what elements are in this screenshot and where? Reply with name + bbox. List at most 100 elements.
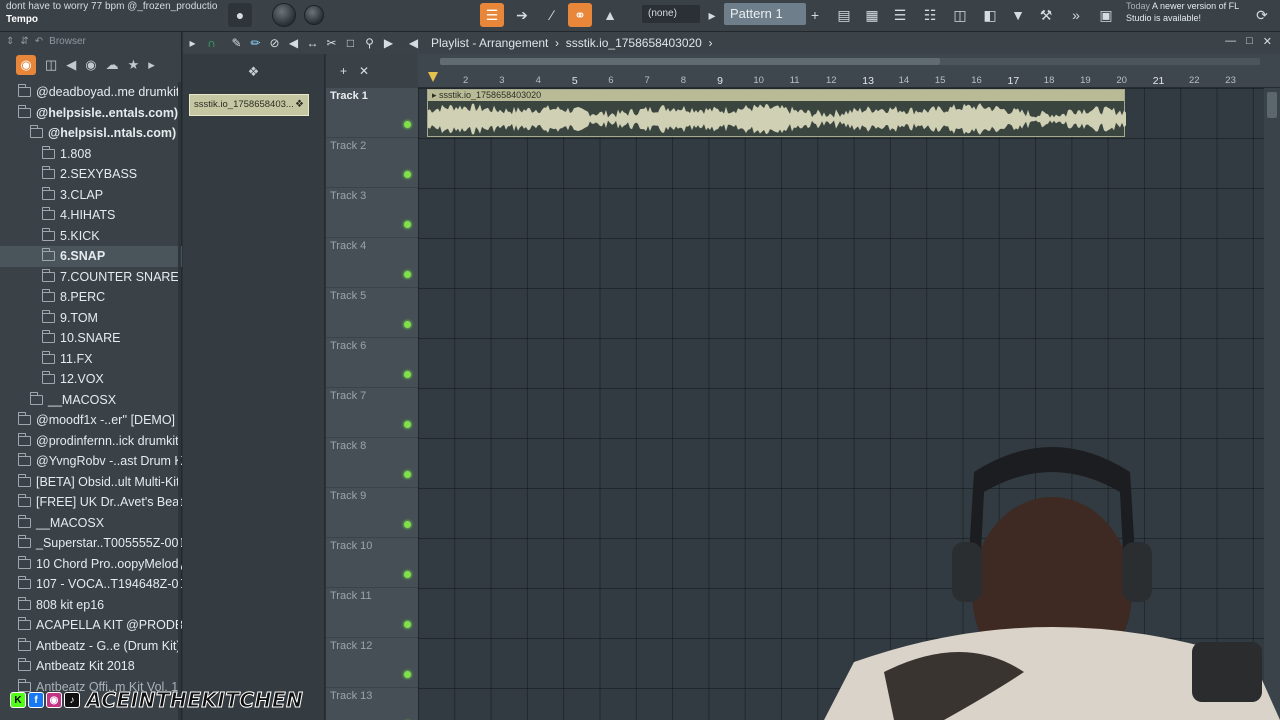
channel-rack-icon[interactable]: ☰ — [888, 3, 912, 27]
plugin-icon[interactable]: ▼ — [1006, 3, 1030, 27]
browser-folder-item[interactable]: @deadboyad..me drumkit — [0, 82, 182, 103]
track-mute-led[interactable] — [404, 471, 411, 478]
pattern-none-selector[interactable]: (none) — [642, 5, 700, 23]
playlist-icon[interactable]: ▤ — [832, 3, 856, 27]
master-pitch-knob[interactable] — [304, 5, 324, 25]
browser-speaker-icon[interactable]: ◀ — [66, 57, 76, 73]
playhead-marker[interactable] — [428, 72, 438, 82]
playlist-menu-icon[interactable]: ▸ — [183, 34, 202, 52]
browser-folder-item[interactable]: 6.SNAP — [0, 246, 182, 267]
browser-folder-item[interactable]: 9.TOM — [0, 308, 182, 329]
arrow-right-icon[interactable]: ➔ — [510, 3, 534, 27]
snap-magnet-icon[interactable]: ∩ — [202, 34, 221, 52]
browser-files-icon[interactable]: ◫ — [45, 57, 57, 73]
select-tool-icon[interactable]: □ — [341, 34, 360, 52]
browser-folder-item[interactable]: @prodinfernn..ick drumkit — [0, 431, 182, 452]
browser-all-icon[interactable]: ◉ — [16, 55, 36, 75]
track-header[interactable]: Track 13 — [326, 688, 418, 720]
browser-cloud-icon[interactable]: ☁ — [106, 57, 119, 73]
browser-folder-item[interactable]: 2.SEXYBASS — [0, 164, 182, 185]
horizontal-scrollbar[interactable] — [440, 58, 1260, 65]
track-header[interactable]: Track 2 — [326, 138, 418, 188]
close-icon[interactable]: ✕ — [1263, 35, 1272, 48]
timeline-ruler[interactable]: 2 3 4 5 6 7 8 9 10 11 12 13 14 15 16 17 18 19 20 21 22 23 — [418, 54, 1280, 88]
draw-tool-icon[interactable]: ✎ — [227, 34, 246, 52]
browser-folder-item[interactable]: 1.808 — [0, 144, 182, 165]
browser-folder-item[interactable]: Antbeatz - G..e (Drum Kit) — [0, 636, 182, 657]
browser-folder-item[interactable]: @helpsisl..ntals.com) — [0, 123, 182, 144]
browser-folder-item[interactable]: 4.HIHATS — [0, 205, 182, 226]
mixer-icon[interactable]: ☷ — [918, 3, 942, 27]
arrangement-arrow-icon[interactable]: ◀ — [404, 34, 423, 52]
browser-folder-item[interactable]: 10 Chord Pro..oopyMelody — [0, 554, 182, 575]
track-mute-led[interactable] — [404, 521, 411, 528]
browser-folder-item[interactable]: 3.CLAP — [0, 185, 182, 206]
browser-more-icon[interactable]: ▸ — [148, 57, 155, 73]
plugin-picker-icon[interactable]: ◫ — [948, 3, 972, 27]
track-mute-led[interactable] — [404, 621, 411, 628]
track-mute-led[interactable] — [404, 221, 411, 228]
add-track-icon[interactable]: + — [340, 64, 347, 78]
track-header[interactable]: Track 3 — [326, 188, 418, 238]
track-header[interactable]: Track 4 — [326, 238, 418, 288]
browser-folder-item[interactable]: [BETA] Obsid..ult Multi-Kit — [0, 472, 182, 493]
browser-folder-item[interactable]: @helpsisle..entals.com) — [0, 103, 182, 124]
track-header[interactable]: Track 9 — [326, 488, 418, 538]
slip-tool-icon[interactable]: ↔ — [303, 34, 322, 52]
stamp-icon[interactable]: ▲ — [598, 3, 622, 27]
wait-record-icon[interactable]: ● — [228, 3, 252, 27]
shop-icon[interactable]: ▣ — [1094, 3, 1118, 27]
track-mute-led[interactable] — [404, 171, 411, 178]
track-mute-led[interactable] — [404, 271, 411, 278]
move-icon[interactable]: ⇵ — [20, 36, 28, 47]
horizontal-scrollbar-thumb[interactable] — [440, 58, 940, 65]
tools-icon[interactable]: ⚒ — [1034, 3, 1058, 27]
track-header[interactable]: Track 7 — [326, 388, 418, 438]
track-header[interactable]: Track 5 — [326, 288, 418, 338]
browser-folder-item[interactable]: 10.SNARE — [0, 328, 182, 349]
browser-folder-item[interactable]: __MACOSX — [0, 390, 182, 411]
track-header[interactable]: Track 1 — [326, 88, 418, 138]
browser-star-icon[interactable]: ★ — [128, 57, 140, 73]
track-header[interactable]: Track 6 — [326, 338, 418, 388]
playlist-toggle-icon[interactable]: ☰ — [480, 3, 504, 27]
track-header[interactable]: Track 10 — [326, 538, 418, 588]
browser-scrollbar[interactable] — [178, 82, 181, 720]
forward-icon[interactable]: » — [1064, 3, 1088, 27]
browser-folder-item[interactable]: @moodf1x -..er'' [DEMO] — [0, 410, 182, 431]
browser-folder-item[interactable]: __MACOSX — [0, 513, 182, 534]
track-mute-led[interactable] — [404, 571, 411, 578]
back-icon[interactable]: ↶ — [35, 36, 43, 47]
track-header[interactable]: Track 11 — [326, 588, 418, 638]
picker-waveform-icon[interactable]: ❖ — [248, 64, 260, 80]
master-volume-knob[interactable] — [272, 3, 296, 27]
browser-folder-item[interactable]: 107 - VOCA..T194648Z-001 — [0, 574, 182, 595]
browser-folder-item[interactable]: ACAPELLA KIT @PRODBYLJS — [0, 615, 182, 636]
browser-folder-item[interactable]: [FREE] UK Dr..Avet's Beats — [0, 492, 182, 513]
slice-tool-icon[interactable]: ✂ — [322, 34, 341, 52]
browser-folder-item[interactable]: 11.FX — [0, 349, 182, 370]
track-mute-led[interactable] — [404, 671, 411, 678]
browser-folder-item[interactable]: 808 kit ep16 — [0, 595, 182, 616]
browser-plugin-icon[interactable]: ◉ — [85, 57, 96, 73]
track-header[interactable]: Track 12 — [326, 638, 418, 688]
track-header[interactable]: Track 8 — [326, 438, 418, 488]
track-mute-led[interactable] — [404, 321, 411, 328]
brush-icon[interactable]: ∕ — [540, 3, 564, 27]
vertical-scrollbar-thumb[interactable] — [1267, 92, 1277, 118]
audio-clip[interactable]: ▸ ssstik.io_1758658403020 — [427, 89, 1126, 137]
browser-folder-item[interactable]: _Superstar..T005555Z-001 — [0, 533, 182, 554]
track-mute-led[interactable] — [404, 421, 411, 428]
piano-roll-icon[interactable]: ▦ — [860, 3, 884, 27]
arrow-icon[interactable]: ⇕ — [6, 36, 14, 47]
project-browser-icon[interactable]: ◧ — [978, 3, 1002, 27]
playback-tool-icon[interactable]: ▶ — [379, 34, 398, 52]
minimize-icon[interactable]: — — [1225, 35, 1236, 48]
update-icon[interactable]: ⟳ — [1250, 3, 1274, 27]
browser-folder-item[interactable]: 8.PERC — [0, 287, 182, 308]
browser-folder-item[interactable]: 7.COUNTER SNARE — [0, 267, 182, 288]
pattern-selector[interactable]: Pattern 1 — [724, 3, 806, 25]
browser-folder-item[interactable]: 5.KICK — [0, 226, 182, 247]
play-pattern-icon[interactable]: ▸ — [704, 3, 720, 27]
browser-folder-item[interactable]: Antbeatz Kit 2018 — [0, 656, 182, 677]
